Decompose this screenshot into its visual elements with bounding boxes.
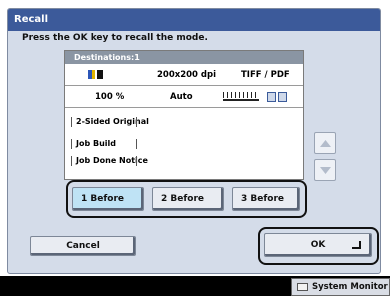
arrow-down-icon — [320, 167, 331, 174]
recall-info-panel: Destinations:1 200x200 dpi TIFF / PDF 10… — [64, 50, 304, 180]
resolution-value: 200x200 dpi — [157, 70, 217, 80]
destinations-label: Destinations:1 — [65, 51, 303, 64]
dialog-title: Recall — [8, 9, 380, 31]
density-scale-icon — [223, 92, 263, 102]
setting-job-build: Job Build — [71, 139, 137, 149]
scale-value: 100 % — [95, 92, 125, 102]
setting-2-sided-original: 2-Sided Original — [71, 117, 149, 127]
instruction-text: Press the OK key to recall the mode. — [22, 33, 208, 43]
screen: Recall Press the OK key to recall the mo… — [0, 0, 390, 296]
file-format-value: TIFF / PDF — [241, 70, 290, 80]
color-mode-icon — [88, 70, 103, 79]
enter-icon — [352, 241, 361, 249]
ok-button[interactable]: OK — [264, 233, 372, 257]
2-before-button[interactable]: 2 Before — [152, 187, 224, 211]
system-monitor-label: System Monitor — [312, 282, 388, 292]
sharpness-icon — [278, 92, 287, 102]
scan-settings-row: 200x200 dpi TIFF / PDF — [65, 64, 303, 86]
image-settings-row: 100 % Auto — [65, 86, 303, 108]
scroll-down-button[interactable] — [314, 159, 336, 181]
original-type-icon — [267, 92, 276, 102]
ok-label: OK — [310, 240, 326, 250]
setting-job-done-notice: Job Done Notice — [71, 156, 148, 166]
image-mode-value: Auto — [170, 92, 193, 102]
cancel-button[interactable]: Cancel — [30, 236, 136, 256]
1-before-button[interactable]: 1 Before — [72, 187, 144, 211]
arrow-up-icon — [320, 140, 331, 147]
3-before-button[interactable]: 3 Before — [232, 187, 300, 211]
system-monitor-button[interactable]: System Monitor — [291, 278, 390, 296]
monitor-icon — [297, 283, 308, 291]
scroll-up-button[interactable] — [314, 132, 336, 154]
